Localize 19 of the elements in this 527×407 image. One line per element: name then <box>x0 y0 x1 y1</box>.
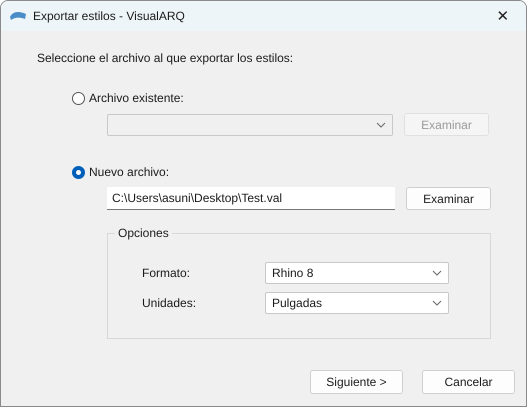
chevron-icon <box>376 122 386 128</box>
radio-label: Archivo existente: <box>89 91 184 105</box>
chevron-icon <box>432 270 442 276</box>
radio-button[interactable] <box>72 166 85 178</box>
option-label: Formato: <box>142 266 192 280</box>
close-button[interactable]: ✕ <box>480 1 526 31</box>
file-path-field[interactable]: C:\Users\asuni\Desktop\Test.val <box>107 187 395 210</box>
instruction-text: Seleccione el archivo al que exportar los estilos: <box>37 51 294 65</box>
chevron-icon <box>432 300 442 306</box>
dialog-button[interactable]: Siguiente > <box>310 370 403 394</box>
group-title: Opciones <box>117 226 170 240</box>
option-dropdown[interactable]: Rhino 8 <box>265 262 449 284</box>
option-label: Unidades: <box>142 296 198 310</box>
dialog-button[interactable]: Cancelar <box>422 370 515 394</box>
window-title: Exportar estilos - VisualARQ <box>33 9 186 23</box>
browse-button[interactable]: Examinar <box>406 187 491 210</box>
radio-label: Nuevo archivo: <box>89 165 170 179</box>
app-logo-icon <box>10 11 26 21</box>
option-dropdown[interactable]: Pulgadas <box>265 292 449 314</box>
